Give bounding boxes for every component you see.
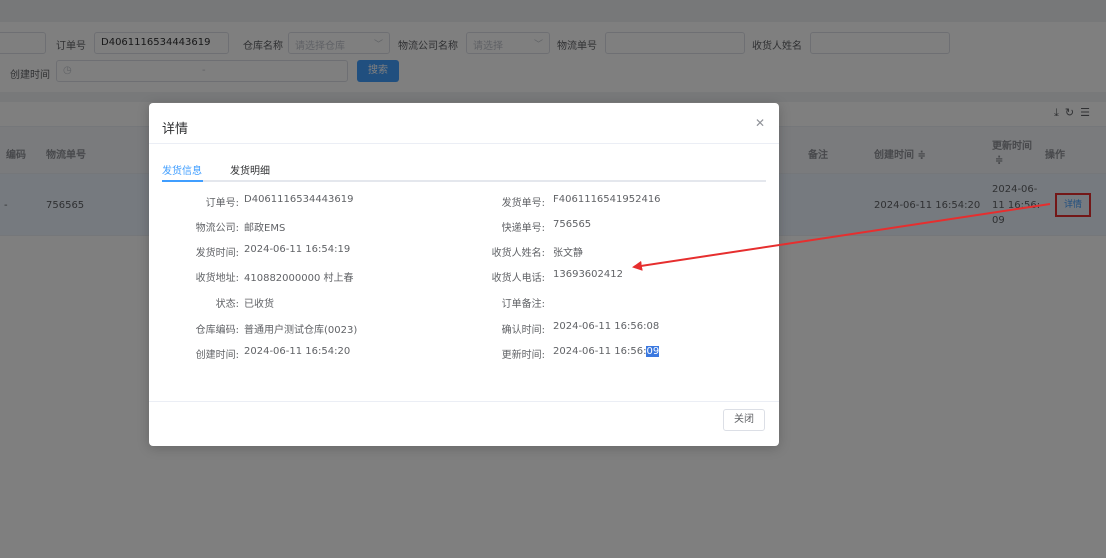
label-address: 收货地址:: [195, 273, 239, 284]
value-warehouse-code: 普通用户测试仓库(0023): [244, 325, 358, 336]
value-confirm-time: 2024-06-11 16:56:08: [553, 321, 660, 332]
value-address: 410882000000 村上春: [244, 273, 354, 284]
value-logistics-company: 邮政EMS: [244, 223, 286, 234]
dialog-header-divider: [149, 143, 779, 144]
dialog-title: 详情: [162, 122, 189, 137]
dialog-tabs: 发货信息 发货明细: [162, 158, 766, 182]
close-button[interactable]: 关闭: [723, 409, 765, 431]
tab-active-indicator: [162, 180, 203, 182]
dialog-footer-divider: [149, 401, 779, 402]
label-create-time: 创建时间:: [195, 350, 239, 361]
value-receiver-phone: 13693602412: [553, 269, 623, 280]
detail-dialog: 详情 ✕ 发货信息 发货明细 订单号: D4061116534443619 物流…: [149, 103, 779, 446]
value-ship-time: 2024-06-11 16:54:19: [244, 244, 351, 255]
value-update-time: 2024-06-11 16:56:09: [553, 346, 660, 357]
label-shipment-no: 发货单号:: [501, 198, 545, 209]
value-update-time-main: 2024-06-11 16:56:: [553, 346, 647, 357]
label-order-remark: 订单备注:: [501, 299, 545, 310]
value-express-no: 756565: [553, 219, 592, 230]
label-express-no: 快递单号:: [501, 223, 545, 234]
label-ship-time: 发货时间:: [195, 248, 239, 259]
label-order-no: 订单号:: [205, 198, 239, 209]
value-update-time-selected: 09: [646, 346, 660, 357]
value-status: 已收货: [244, 299, 274, 310]
label-update-time: 更新时间:: [501, 350, 545, 361]
label-logistics-company: 物流公司:: [195, 223, 239, 234]
label-confirm-time: 确认时间:: [501, 325, 545, 336]
label-receiver-name: 收货人姓名:: [491, 248, 545, 259]
label-status: 状态:: [215, 299, 239, 310]
value-order-no: D4061116534443619: [244, 194, 354, 205]
label-warehouse-code: 仓库编码:: [195, 325, 239, 336]
tab-shipping-info[interactable]: 发货信息: [162, 162, 202, 177]
value-shipment-no: F4061116541952416: [553, 194, 661, 205]
close-icon[interactable]: ✕: [755, 116, 765, 130]
value-receiver-name: 张文静: [553, 248, 583, 259]
value-create-time: 2024-06-11 16:54:20: [244, 346, 351, 357]
label-receiver-phone: 收货人电话:: [491, 273, 545, 284]
tab-shipping-details[interactable]: 发货明细: [230, 162, 270, 177]
